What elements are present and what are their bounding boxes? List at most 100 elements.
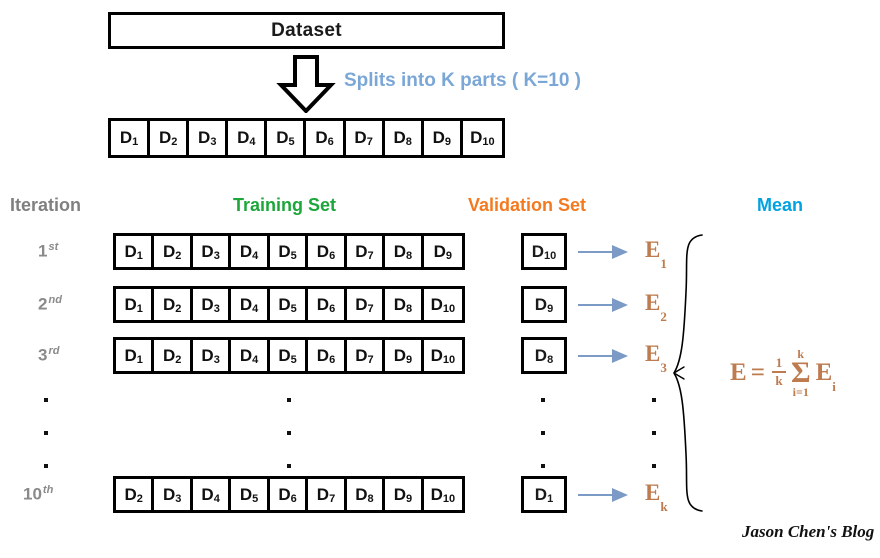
iteration-number: 2 xyxy=(38,294,48,314)
training-cell: D8 xyxy=(346,479,386,510)
training-cell: D5 xyxy=(269,289,309,320)
fold-label: D xyxy=(119,128,133,147)
training-cell: D9 xyxy=(423,236,463,267)
ellipsis-error xyxy=(652,398,658,497)
fold-label: D xyxy=(393,128,406,147)
fold-label: D xyxy=(430,345,443,365)
fold-label: D xyxy=(432,128,445,147)
fold-label: D xyxy=(198,128,211,147)
fold-label: D xyxy=(278,241,291,261)
training-cell: D3 xyxy=(192,236,232,267)
fold-label: D xyxy=(124,484,137,504)
fold-label: D xyxy=(315,128,328,147)
ellipsis-iteration xyxy=(44,398,50,497)
training-cell: D9 xyxy=(385,479,424,510)
validation-set-box: D8 xyxy=(521,337,567,374)
fold-label: D xyxy=(201,484,214,504)
fold-label: D xyxy=(124,241,137,261)
training-cell: D3 xyxy=(192,289,232,320)
fold-label: D xyxy=(162,294,176,314)
training-cell: D1 xyxy=(116,236,155,267)
fold-label: D xyxy=(278,345,291,365)
fold-label: D xyxy=(355,241,368,261)
training-cell: D4 xyxy=(231,236,270,267)
signature-watermark: Jason Chen's Blog xyxy=(742,522,875,541)
error-label: E2 xyxy=(645,290,667,323)
training-cell: D6 xyxy=(308,289,347,320)
fold-label: D xyxy=(393,484,406,504)
training-cell: D 10 xyxy=(423,289,463,320)
iteration-label: 2nd xyxy=(38,294,62,315)
split-down-arrow-icon xyxy=(276,55,336,114)
training-cell: D7 xyxy=(308,479,347,510)
ellipsis-training xyxy=(287,398,293,497)
split-cell: D1 xyxy=(111,121,151,155)
validation-set-box: D 10 xyxy=(521,233,567,270)
iteration-number: 1 xyxy=(38,241,48,261)
header-training-set: Training Set xyxy=(233,195,337,215)
flow-arrow-icon xyxy=(578,295,630,315)
training-cell: D2 xyxy=(154,236,193,267)
training-cell: D5 xyxy=(231,479,270,510)
fold-label: D xyxy=(201,241,214,261)
fold-label: D xyxy=(124,294,137,314)
formula-term: Ei xyxy=(816,359,836,393)
iteration-ordinal-suffix: nd xyxy=(48,294,62,306)
fold-label: D xyxy=(158,128,172,147)
dataset-box: Dataset xyxy=(108,12,505,49)
training-cell: D7 xyxy=(346,289,386,320)
formula-fraction: 1 k xyxy=(771,356,786,387)
fold-label: D xyxy=(393,345,406,365)
fold-label: D xyxy=(124,345,137,365)
fold-label: D xyxy=(162,484,176,504)
training-cell: D 10 xyxy=(423,479,463,510)
validation-set-box: D9 xyxy=(521,286,567,323)
fold-label: D xyxy=(534,294,548,314)
fold-label: D xyxy=(430,294,443,314)
training-cell: D4 xyxy=(231,340,270,371)
error-label: E3 xyxy=(645,341,667,374)
fold-label: D xyxy=(239,345,253,365)
training-cell: D4 xyxy=(231,289,270,320)
header-validation-set: Validation Set xyxy=(468,195,587,215)
training-set-strip: D 1 D 2 D 3 D 4 D 5 D 6 D 7 D 9 D 10 xyxy=(113,337,465,374)
fold-label: D xyxy=(430,484,443,504)
split-cell: D8 xyxy=(384,121,424,155)
fold-label: D xyxy=(237,128,250,147)
training-cell: D8 xyxy=(385,289,424,320)
fold-label: D xyxy=(278,294,291,314)
split-cell: D4 xyxy=(228,121,268,155)
training-set-strip: D 1 D 2 D 3 D 4 D 5 D 6 D 7 D 8 D 10 xyxy=(113,286,465,323)
fold-label: D xyxy=(316,241,330,261)
training-cell: D6 xyxy=(308,340,347,371)
fold-label: D xyxy=(239,241,253,261)
iteration-ordinal-suffix: rd xyxy=(48,345,60,357)
fold-label: D xyxy=(316,294,330,314)
fold-label: D xyxy=(393,294,406,314)
error-index: 2 xyxy=(660,308,667,324)
error-symbol: E xyxy=(645,290,661,315)
fold-label: D xyxy=(316,484,330,504)
splits-note-label: Splits into K parts ( K=10 ) xyxy=(344,70,582,91)
fold-label: D xyxy=(355,345,368,365)
training-cell: D1 xyxy=(116,340,155,371)
fold-label: D xyxy=(201,345,214,365)
fold-label: D xyxy=(316,345,330,365)
dataset-label: Dataset xyxy=(271,19,342,41)
ellipsis-validation xyxy=(541,398,547,497)
fold-label: D xyxy=(355,484,368,504)
training-cell: D9 xyxy=(385,340,424,371)
split-strip: D 1 D 2 D 3 D 4 D 5 D 6 D 7 D 8 D 9 D 10 xyxy=(108,118,505,158)
split-cell: D5 xyxy=(267,121,307,155)
fold-label: D xyxy=(470,128,483,147)
flow-arrow-icon xyxy=(578,346,630,366)
fold-label: D xyxy=(433,241,446,261)
fold-label: D xyxy=(276,128,289,147)
split-cell: D6 xyxy=(306,121,346,155)
fold-label: D xyxy=(201,294,214,314)
error-index: 1 xyxy=(660,255,667,271)
fold-label: D xyxy=(531,241,545,261)
fold-label: D xyxy=(534,345,548,365)
split-cell: D7 xyxy=(345,121,385,155)
iteration-label: 3rd xyxy=(38,345,59,366)
